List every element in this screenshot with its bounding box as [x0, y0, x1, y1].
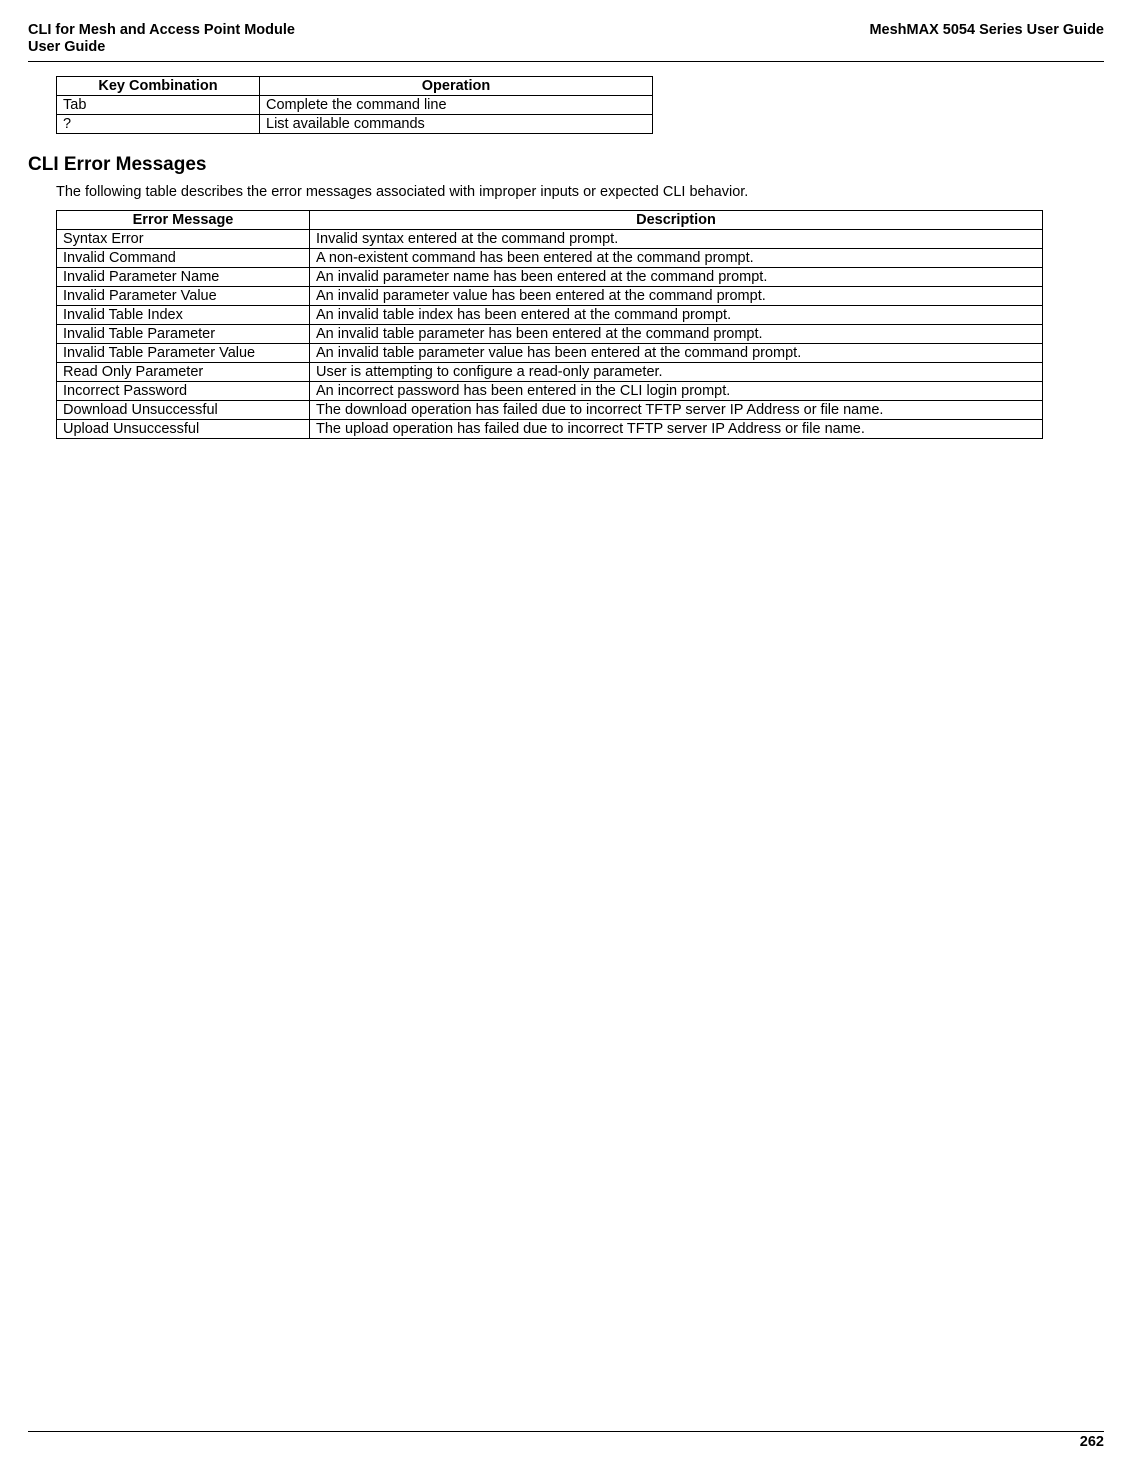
table-row: Incorrect PasswordAn incorrect password … — [57, 381, 1043, 400]
cell-desc: An invalid table parameter has been ente… — [310, 324, 1043, 343]
header-right: MeshMAX 5054 Series User Guide — [869, 22, 1104, 38]
section-intro: The following table describes the error … — [56, 184, 1104, 200]
cell-error: Invalid Table Parameter — [57, 324, 310, 343]
cell-desc: The upload operation has failed due to i… — [310, 419, 1043, 438]
col-header-error: Error Message — [57, 210, 310, 229]
header-rule — [28, 61, 1104, 62]
cell-op: List available commands — [260, 114, 653, 133]
table-row: Tab Complete the command line — [57, 95, 653, 114]
cell-error: Invalid Command — [57, 248, 310, 267]
cell-desc: Invalid syntax entered at the command pr… — [310, 229, 1043, 248]
cell-desc: A non-existent command has been entered … — [310, 248, 1043, 267]
cell-error: Invalid Table Index — [57, 305, 310, 324]
page-header: CLI for Mesh and Access Point Module Use… — [28, 22, 1104, 57]
cell-error: Read Only Parameter — [57, 362, 310, 381]
table-row: ? List available commands — [57, 114, 653, 133]
col-header-description: Description — [310, 210, 1043, 229]
cell-error: Upload Unsuccessful — [57, 419, 310, 438]
cell-op: Complete the command line — [260, 95, 653, 114]
cell-desc: An invalid parameter value has been ente… — [310, 286, 1043, 305]
col-header-operation: Operation — [260, 76, 653, 95]
table-header-row: Key Combination Operation — [57, 76, 653, 95]
header-left-line2: User Guide — [28, 39, 105, 55]
header-left-line1: CLI for Mesh and Access Point Module — [28, 22, 295, 38]
table-row: Download UnsuccessfulThe download operat… — [57, 400, 1043, 419]
table-row: Invalid CommandA non-existent command ha… — [57, 248, 1043, 267]
cell-error: Incorrect Password — [57, 381, 310, 400]
cell-desc: The download operation has failed due to… — [310, 400, 1043, 419]
table-row: Upload UnsuccessfulThe upload operation … — [57, 419, 1043, 438]
key-combination-table: Key Combination Operation Tab Complete t… — [56, 76, 653, 134]
table-row: Invalid Table IndexAn invalid table inde… — [57, 305, 1043, 324]
footer-rule — [28, 1431, 1104, 1432]
section-heading: CLI Error Messages — [28, 154, 1104, 176]
table-row: Invalid Table ParameterAn invalid table … — [57, 324, 1043, 343]
cell-error: Invalid Parameter Value — [57, 286, 310, 305]
cell-desc: An invalid table parameter value has bee… — [310, 343, 1043, 362]
cell-error: Syntax Error — [57, 229, 310, 248]
col-header-key: Key Combination — [57, 76, 260, 95]
table-header-row: Error Message Description — [57, 210, 1043, 229]
page-number: 262 — [28, 1434, 1104, 1450]
page-footer: 262 — [28, 1431, 1104, 1450]
cell-error: Invalid Parameter Name — [57, 267, 310, 286]
cell-error: Download Unsuccessful — [57, 400, 310, 419]
table-row: Invalid Parameter NameAn invalid paramet… — [57, 267, 1043, 286]
cell-error: Invalid Table Parameter Value — [57, 343, 310, 362]
cell-desc: An incorrect password has been entered i… — [310, 381, 1043, 400]
cell-key: Tab — [57, 95, 260, 114]
table-row: Read Only ParameterUser is attempting to… — [57, 362, 1043, 381]
table-row: Syntax ErrorInvalid syntax entered at th… — [57, 229, 1043, 248]
cell-desc: An invalid parameter name has been enter… — [310, 267, 1043, 286]
cell-key: ? — [57, 114, 260, 133]
table-row: Invalid Table Parameter ValueAn invalid … — [57, 343, 1043, 362]
error-messages-table: Error Message Description Syntax ErrorIn… — [56, 210, 1043, 439]
table-row: Invalid Parameter ValueAn invalid parame… — [57, 286, 1043, 305]
cell-desc: User is attempting to configure a read-o… — [310, 362, 1043, 381]
cell-desc: An invalid table index has been entered … — [310, 305, 1043, 324]
header-left: CLI for Mesh and Access Point Module Use… — [28, 22, 295, 57]
